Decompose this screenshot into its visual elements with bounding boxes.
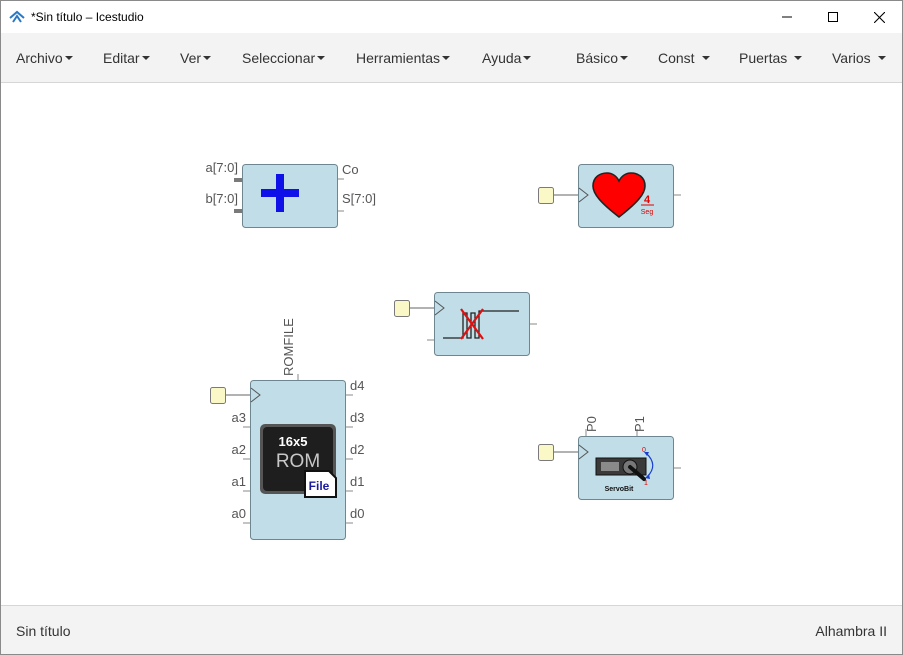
servo-input-port[interactable] [538, 444, 554, 461]
rom-param-label: ROMFILE [281, 318, 296, 376]
caret-down-icon [620, 56, 629, 60]
rom-output-label: d4 [350, 378, 364, 393]
menu-editar-label: Editar [103, 50, 140, 66]
servo-param-label: P0 [584, 416, 599, 432]
adder-input-a-label: a[7:0] [205, 160, 238, 175]
menu-ayuda[interactable]: Ayuda [482, 50, 532, 66]
circuit-diagram: a[7:0] b[7:0] Co S[7:0] 4 Seg ROMFILE a3… [205, 160, 682, 540]
caret-down-icon [442, 56, 451, 60]
minimize-icon [782, 16, 792, 18]
maximize-icon [828, 12, 838, 22]
rom-chip-name: ROM [276, 451, 320, 472]
servo-block[interactable]: P0 P1 0 1 ServoBit [538, 416, 682, 500]
caret-down-icon [523, 56, 532, 60]
rom-chip-size: 16x5 [279, 434, 308, 449]
debouncer-block[interactable] [394, 292, 538, 356]
servo-param-label: P1 [632, 416, 647, 432]
menu-seleccionar-label: Seleccionar [242, 50, 316, 66]
adder-output-s-label: S[7:0] [342, 191, 376, 206]
menu-ayuda-label: Ayuda [482, 50, 522, 66]
close-icon [873, 11, 885, 23]
adder-block[interactable]: a[7:0] b[7:0] Co S[7:0] [205, 160, 376, 228]
menu-seleccionar[interactable]: Seleccionar [242, 50, 326, 66]
menu-herramientas-label: Herramientas [356, 50, 441, 66]
rom-output-label: d1 [350, 474, 364, 489]
heart-period-unit: Seg [641, 209, 654, 216]
menu-ver[interactable]: Ver [180, 50, 212, 66]
caret-down-icon [64, 56, 73, 60]
status-bar: Sin título Alhambra II [1, 605, 902, 654]
caret-down-icon [141, 56, 150, 60]
menu-basico[interactable]: Básico [576, 50, 629, 66]
minimize-button[interactable] [764, 1, 810, 33]
menu-const-label: Const [658, 50, 695, 66]
rom-chip-icon: 16x5 ROM File [260, 424, 337, 498]
rom-input-label: a3 [232, 410, 246, 425]
menu-varios[interactable]: Varios [832, 50, 886, 66]
adder-port-a[interactable] [234, 178, 242, 182]
design-canvas[interactable]: a[7:0] b[7:0] Co S[7:0] 4 Seg ROMFILE a3… [1, 83, 902, 605]
servo-caption: ServoBit [605, 486, 634, 493]
title-bar: *Sin título – Icestudio [1, 1, 902, 33]
menu-archivo[interactable]: Archivo [16, 50, 73, 66]
rom-input-label: a0 [232, 506, 246, 521]
rom-output-label: d3 [350, 410, 364, 425]
menu-archivo-label: Archivo [16, 50, 63, 66]
rom-output-label: d0 [350, 506, 364, 521]
menu-puertas[interactable]: Puertas [739, 50, 803, 66]
rom-block[interactable]: ROMFILE a3 a2 a1 a0 d4 d3 d2 d1 d0 16x5 … [210, 318, 365, 540]
caret-down-icon [317, 56, 326, 60]
menu-herramientas[interactable]: Herramientas [356, 50, 451, 66]
rom-output-label: d2 [350, 442, 364, 457]
plus-icon-vertical [276, 174, 284, 212]
maximize-button[interactable] [810, 1, 856, 33]
rom-file-label: File [309, 479, 330, 493]
adder-input-b-label: b[7:0] [205, 191, 238, 206]
rom-input-label: a2 [232, 442, 246, 457]
menu-puertas-label: Puertas [739, 50, 788, 66]
menu-bar: Archivo Editar Ver Seleccionar Herramien… [1, 33, 902, 83]
servo-bottom-mark: 1 [644, 480, 648, 487]
menu-editar[interactable]: Editar [103, 50, 150, 66]
close-button[interactable] [856, 1, 902, 33]
adder-port-b[interactable] [234, 209, 242, 213]
rom-clock-input-port[interactable] [210, 387, 226, 404]
debouncer-body [434, 292, 530, 356]
heart-period-value: 4 [644, 194, 651, 206]
app-window: *Sin título – Icestudio Archivo Editar V… [0, 0, 903, 655]
menu-ver-label: Ver [180, 50, 202, 66]
heartbeat-input-port[interactable] [538, 187, 554, 204]
caret-down-icon [877, 56, 886, 60]
debouncer-input-port[interactable] [394, 300, 410, 317]
icestudio-logo-icon [9, 10, 25, 23]
menu-const[interactable]: Const [658, 50, 710, 66]
heartbeat-block[interactable]: 4 Seg [538, 164, 682, 228]
menu-basico-label: Básico [576, 50, 619, 66]
servo-top-mark: 0 [642, 447, 646, 454]
caret-down-icon [203, 56, 212, 60]
board-selector[interactable]: Alhambra II [815, 623, 887, 639]
caret-down-icon [701, 56, 710, 60]
project-name: Sin título [16, 623, 71, 639]
window-title: *Sin título – Icestudio [31, 10, 144, 24]
adder-output-co-label: Co [342, 162, 359, 177]
caret-down-icon [794, 56, 803, 60]
menu-varios-label: Varios [832, 50, 871, 66]
rom-input-label: a1 [232, 474, 246, 489]
